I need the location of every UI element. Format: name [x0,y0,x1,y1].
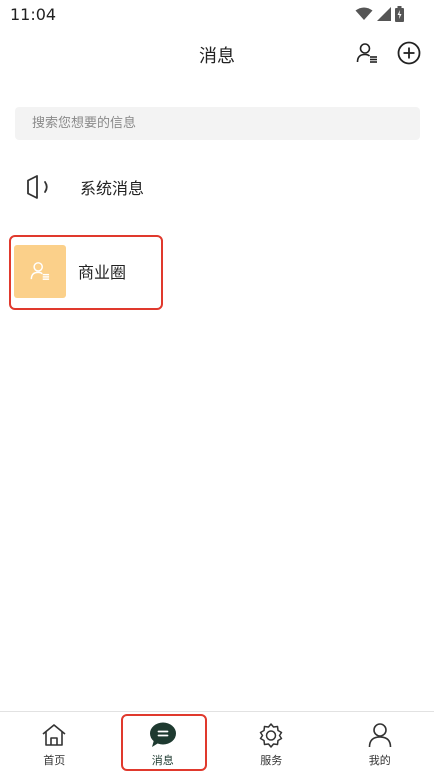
home-icon [40,721,68,749]
list-item-business-circle[interactable]: 商业圈 [14,244,414,298]
battery-icon [395,6,404,22]
search-input[interactable] [15,107,420,140]
list-item-label: 系统消息 [80,179,145,198]
business-circle-avatar [14,244,66,298]
status-bar: 11:04 [0,0,434,30]
chat-bubble-icon [149,721,177,749]
tab-messages[interactable]: 消息 [109,712,218,772]
signal-icon [377,7,391,21]
bottom-nav: 首页 消息 服务 我的 [0,711,434,772]
status-time: 11:04 [10,5,57,24]
tab-label: 服务 [260,754,283,767]
add-icon[interactable] [396,40,422,66]
contacts-icon [30,262,50,280]
list-item-label: 商业圈 [78,263,127,282]
contacts-icon[interactable] [354,40,380,66]
wifi-icon [355,7,373,20]
tab-profile[interactable]: 我的 [326,712,434,772]
tab-home[interactable]: 首页 [0,712,109,772]
tab-label: 首页 [43,754,66,767]
person-icon [366,721,394,749]
tab-label: 消息 [151,754,174,767]
header: 消息 [0,30,434,76]
gear-icon [257,721,285,749]
list-item-system-messages[interactable]: 系统消息 [14,165,414,209]
speaker-icon [14,165,66,209]
tab-label: 我的 [368,754,391,767]
search-bar[interactable] [15,107,420,140]
status-icons [355,6,404,22]
tab-services[interactable]: 服务 [217,712,326,772]
